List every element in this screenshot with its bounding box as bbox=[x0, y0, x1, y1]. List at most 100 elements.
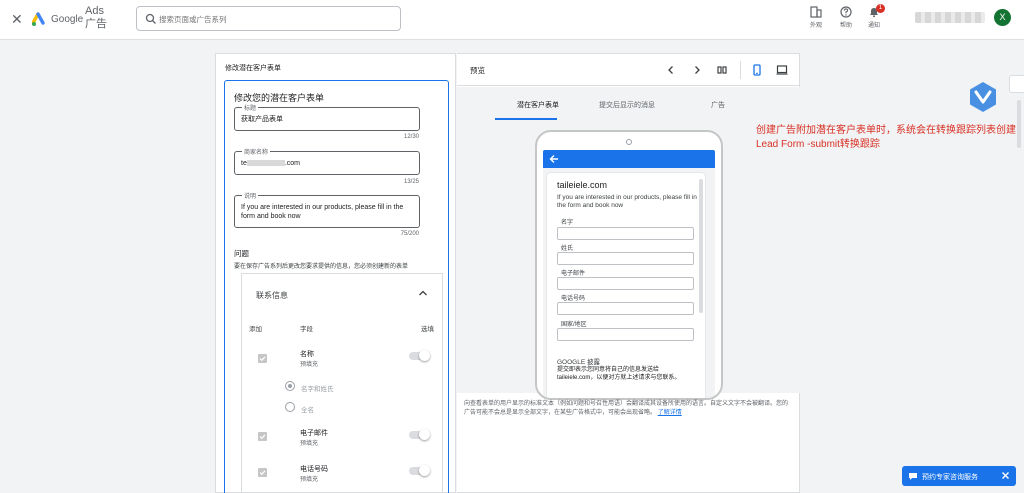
col-field: 字段 bbox=[300, 326, 313, 333]
mobile-view-icon[interactable] bbox=[751, 64, 763, 76]
panel-title: 修改潜在客户表单 bbox=[225, 65, 281, 72]
google-disclosure-title: GOOGLE 披露 bbox=[557, 359, 600, 366]
name-optional-toggle[interactable] bbox=[409, 350, 430, 361]
description-counter: 75/200 bbox=[400, 231, 419, 237]
phone-camera bbox=[626, 139, 632, 145]
blurred-text bbox=[246, 160, 285, 167]
questions-title: 问题 bbox=[234, 249, 249, 258]
preview-footer-note: 向查看表单的用户显示的标准文本（例如问题和号召性用语）会翻译成其设备所使用的语言… bbox=[464, 401, 789, 416]
avatar[interactable]: X bbox=[994, 9, 1011, 26]
top-bar: ✕ Google Ads 广告 外观 帮助 1 通知 bbox=[0, 0, 1024, 40]
side-panel-tab[interactable] bbox=[1009, 75, 1024, 93]
headline-label: 标题 bbox=[242, 103, 259, 112]
close-icon[interactable] bbox=[1000, 470, 1011, 481]
appearance-button[interactable]: 外观 bbox=[803, 6, 829, 34]
form-scrollbar[interactable] bbox=[699, 179, 703, 313]
notification-badge: 1 bbox=[876, 4, 885, 13]
email-checkbox[interactable] bbox=[258, 432, 267, 441]
form-input-country[interactable] bbox=[557, 328, 694, 341]
description-value: If you are interested in our products, p… bbox=[241, 204, 404, 220]
headline-value: 获取产品表单 bbox=[241, 116, 283, 123]
email-prefill: 预填充 bbox=[300, 441, 319, 447]
form-input-email[interactable] bbox=[557, 277, 694, 290]
appearance-label: 外观 bbox=[809, 23, 822, 29]
business-name-field[interactable]: 商家名称 te .com bbox=[234, 147, 420, 175]
assistant-logo[interactable] bbox=[966, 80, 1000, 114]
form-field-label: 国家/地区 bbox=[561, 322, 587, 328]
name-checkbox[interactable] bbox=[258, 354, 267, 363]
form-field-label: 名字 bbox=[561, 220, 574, 226]
search-box[interactable] bbox=[136, 6, 401, 31]
col-add: 添加 bbox=[249, 326, 262, 333]
business-name-counter: 13/25 bbox=[403, 179, 419, 185]
notifications-button[interactable]: 1 通知 bbox=[861, 4, 887, 34]
preview-canvas: 潜在客户表单 提交后显示的消息 广告 taileiele.com If you … bbox=[457, 87, 800, 400]
preview-panel: 预览 潜在客户表单 提交后显示的消息 广告 taileiele.com If y… bbox=[457, 53, 800, 493]
lead-form-editor-panel: 修改潜在客户表单 修改您的潜在客户表单 标题 获取产品表单 12/30 商家名称… bbox=[215, 53, 456, 493]
description-field[interactable]: 说明 If you are interested in our products… bbox=[234, 191, 420, 228]
form-input-last-name[interactable] bbox=[557, 252, 694, 265]
account-name-blurred[interactable] bbox=[915, 12, 985, 23]
email-field-label: 电子邮件 bbox=[300, 430, 328, 437]
form-field-label: 电子邮件 bbox=[561, 271, 586, 277]
help-label: 帮助 bbox=[839, 23, 852, 29]
questions-description: 要在保存广告系列后更改您要求提供的信息，您必须创建新的表单 bbox=[234, 264, 409, 270]
help-icon bbox=[840, 6, 852, 18]
active-tab-indicator bbox=[495, 118, 557, 120]
phone-optional-toggle[interactable] bbox=[409, 465, 430, 476]
form-field-label: 姓氏 bbox=[561, 246, 574, 252]
chevron-right-icon[interactable] bbox=[691, 64, 703, 76]
preview-tabs: 潜在客户表单 提交后显示的消息 广告 bbox=[457, 87, 800, 122]
form-input-phone[interactable] bbox=[557, 302, 694, 315]
desktop-view-icon[interactable] bbox=[776, 64, 788, 76]
phone-mockup: taileiele.com If you are interested in o… bbox=[535, 130, 723, 400]
back-arrow-icon[interactable] bbox=[548, 153, 560, 165]
notifications-label: 通知 bbox=[867, 23, 880, 29]
headline-counter: 12/30 bbox=[403, 134, 419, 140]
phone-prefill: 预填充 bbox=[300, 477, 319, 483]
submit-consent-note: 提交即表示您同意将自己的信息发送给 taileiele.com，以便对方就上述请… bbox=[557, 367, 681, 381]
tab-post-submit-message[interactable]: 提交后显示的消息 bbox=[599, 100, 655, 110]
description-label: 说明 bbox=[242, 191, 259, 200]
phone-body: taileiele.com If you are interested in o… bbox=[543, 168, 715, 398]
expert-consult-button[interactable]: 预约专家咨询服务 bbox=[902, 466, 1016, 486]
email-optional-toggle[interactable] bbox=[409, 429, 430, 440]
radio-full-name[interactable] bbox=[285, 402, 295, 412]
chat-icon bbox=[909, 473, 917, 480]
preview-header: 预览 bbox=[457, 54, 800, 86]
form-domain: taileiele.com bbox=[557, 180, 608, 190]
phone-checkbox[interactable] bbox=[258, 468, 267, 477]
brand-ads-text: Ads 广告 bbox=[85, 5, 107, 30]
appearance-icon bbox=[810, 6, 822, 18]
business-name-label: 商家名称 bbox=[242, 147, 271, 156]
radio-first-last-name[interactable] bbox=[285, 381, 295, 391]
tab-ad[interactable]: 广告 bbox=[711, 100, 725, 110]
search-input[interactable] bbox=[159, 11, 394, 27]
headline-field[interactable]: 标题 获取产品表单 bbox=[234, 103, 420, 131]
chevron-up-icon[interactable] bbox=[418, 288, 428, 298]
help-button[interactable]: 帮助 bbox=[833, 6, 859, 34]
form-field-label: 电话号码 bbox=[561, 296, 586, 302]
page-scrollbar[interactable] bbox=[1017, 100, 1021, 148]
annotation-note: 创建广告附加潜在客户表单时，系统会在转换跟踪列表创建Lead Form -sub… bbox=[756, 125, 1016, 150]
google-ads-logo bbox=[32, 12, 45, 26]
learn-more-link[interactable]: 了解详情 bbox=[658, 410, 682, 416]
name-prefill: 预填充 bbox=[300, 362, 319, 368]
business-name-value: te .com bbox=[241, 160, 301, 167]
radio-full-label: 全名 bbox=[301, 407, 314, 414]
name-field-label: 名称 bbox=[300, 351, 314, 358]
brand-google-text: Google bbox=[51, 14, 84, 25]
close-icon[interactable]: ✕ bbox=[11, 12, 25, 26]
phone-field-label: 电话号码 bbox=[300, 466, 328, 473]
chevron-left-icon[interactable] bbox=[665, 64, 677, 76]
form-description: If you are interested in our products, p… bbox=[557, 194, 697, 209]
phone-form-card: taileiele.com If you are interested in o… bbox=[547, 173, 705, 398]
col-optional: 选填 bbox=[421, 326, 434, 333]
expert-consult-label: 预约专家咨询服务 bbox=[922, 474, 978, 481]
form-input-first-name[interactable] bbox=[557, 227, 694, 240]
search-icon bbox=[145, 13, 156, 24]
tab-lead-form[interactable]: 潜在客户表单 bbox=[517, 100, 559, 110]
contact-info-title: 联系信息 bbox=[256, 291, 288, 300]
split-view-icon[interactable] bbox=[716, 64, 728, 76]
header-divider bbox=[740, 61, 741, 79]
